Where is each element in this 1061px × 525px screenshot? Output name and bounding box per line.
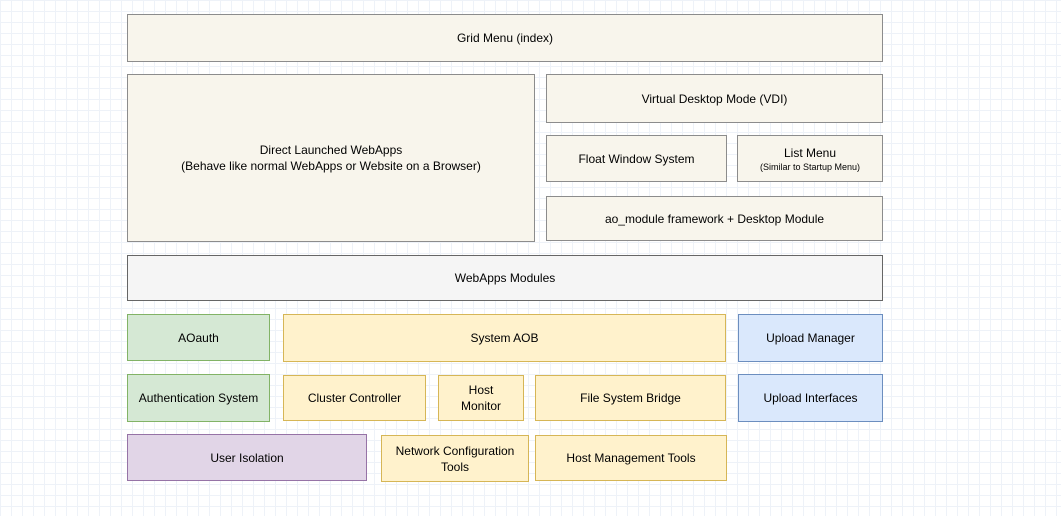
node-direct-launched-webapps-sublabel: (Behave like normal WebApps or Website o…	[136, 158, 526, 174]
node-aoauth[interactable]: AOauth	[127, 314, 270, 361]
node-aoauth-label: AOauth	[136, 330, 261, 346]
node-webapps-modules[interactable]: WebApps Modules	[127, 255, 883, 301]
node-authentication-system-label: Authentication System	[136, 390, 261, 406]
node-grid-menu[interactable]: Grid Menu (index)	[127, 14, 883, 62]
diagram-canvas: Grid Menu (index) Direct Launched WebApp…	[0, 0, 1061, 525]
node-virtual-desktop-mode[interactable]: Virtual Desktop Mode (VDI)	[546, 74, 883, 123]
node-host-monitor-label: Host Monitor	[447, 382, 515, 414]
node-host-management-tools-label: Host Management Tools	[544, 450, 718, 466]
node-network-configuration-tools-label: Network Configuration Tools	[390, 443, 520, 475]
node-file-system-bridge-label: File System Bridge	[544, 390, 717, 406]
node-list-menu-label: List Menu	[746, 145, 874, 161]
node-list-menu-sublabel: (Similar to Startup Menu)	[746, 161, 874, 173]
node-file-system-bridge[interactable]: File System Bridge	[535, 375, 726, 421]
node-user-isolation[interactable]: User Isolation	[127, 434, 367, 481]
node-authentication-system[interactable]: Authentication System	[127, 374, 270, 422]
node-upload-interfaces[interactable]: Upload Interfaces	[738, 374, 883, 422]
node-virtual-desktop-mode-label: Virtual Desktop Mode (VDI)	[555, 91, 874, 107]
node-ao-module-framework-label: ao_module framework + Desktop Module	[555, 211, 874, 227]
node-system-aob-label: System AOB	[292, 330, 717, 346]
node-float-window-system[interactable]: Float Window System	[546, 135, 727, 182]
node-direct-launched-webapps[interactable]: Direct Launched WebApps (Behave like nor…	[127, 74, 535, 242]
node-ao-module-framework[interactable]: ao_module framework + Desktop Module	[546, 196, 883, 241]
node-cluster-controller[interactable]: Cluster Controller	[283, 375, 426, 421]
node-direct-launched-webapps-label: Direct Launched WebApps	[136, 142, 526, 158]
node-grid-menu-label: Grid Menu (index)	[136, 30, 874, 46]
node-network-configuration-tools[interactable]: Network Configuration Tools	[381, 435, 529, 482]
node-list-menu[interactable]: List Menu (Similar to Startup Menu)	[737, 135, 883, 182]
node-upload-manager[interactable]: Upload Manager	[738, 314, 883, 362]
node-float-window-system-label: Float Window System	[555, 151, 718, 167]
node-cluster-controller-label: Cluster Controller	[292, 390, 417, 406]
node-system-aob[interactable]: System AOB	[283, 314, 726, 362]
node-webapps-modules-label: WebApps Modules	[136, 270, 874, 286]
node-upload-manager-label: Upload Manager	[747, 330, 874, 346]
node-host-monitor[interactable]: Host Monitor	[438, 375, 524, 421]
node-upload-interfaces-label: Upload Interfaces	[747, 390, 874, 406]
node-user-isolation-label: User Isolation	[136, 450, 358, 466]
node-host-management-tools[interactable]: Host Management Tools	[535, 435, 727, 481]
canvas-bottom-margin	[0, 516, 1061, 525]
